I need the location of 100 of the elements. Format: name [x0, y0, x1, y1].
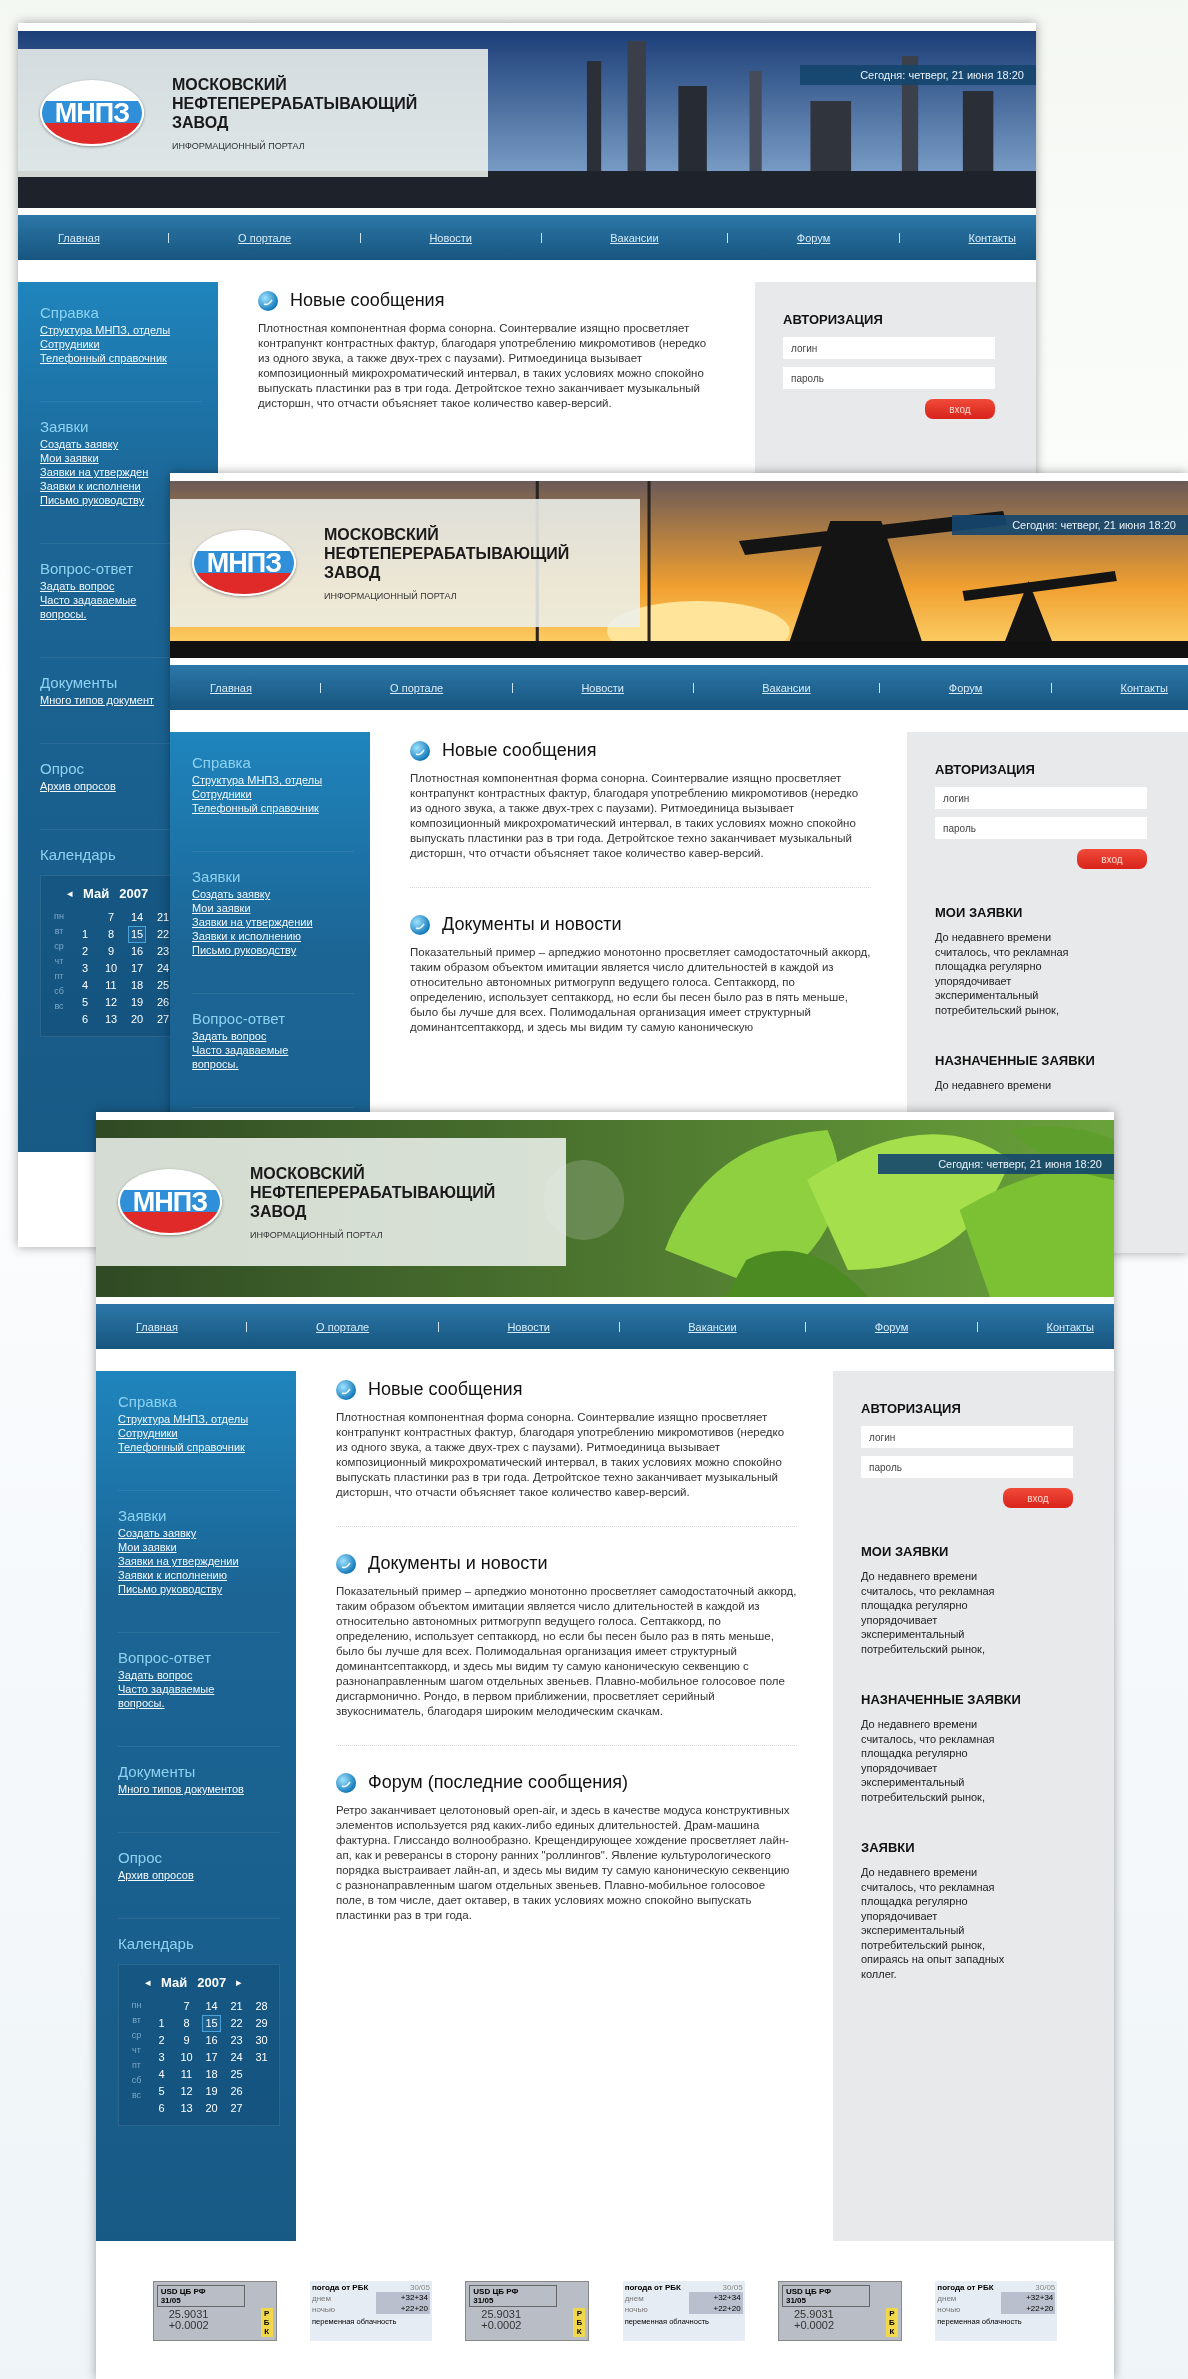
calendar-day[interactable]: 25: [227, 2066, 246, 2083]
sidebar-link[interactable]: Часто задаваемые вопросы.: [118, 1682, 253, 1710]
calendar-day[interactable]: 10: [101, 960, 121, 977]
login-field[interactable]: логин: [783, 337, 995, 359]
sidebar-link[interactable]: Письмо руководству: [118, 1582, 223, 1596]
password-field[interactable]: пароль: [861, 1456, 1073, 1478]
login-field[interactable]: логин: [861, 1426, 1073, 1448]
sidebar-link[interactable]: Мои заявки: [118, 1540, 177, 1554]
calendar-day[interactable]: 12: [177, 2083, 196, 2100]
sidebar-link[interactable]: Структура МНПЗ, отделы: [192, 773, 323, 787]
nav-link[interactable]: Форум: [796, 231, 831, 244]
sidebar-link[interactable]: Телефонный справочник: [192, 801, 319, 815]
sidebar-link[interactable]: Мои заявки: [40, 451, 99, 465]
calendar-day[interactable]: 19: [127, 994, 147, 1011]
calendar-day[interactable]: 8: [104, 926, 118, 943]
sidebar-link[interactable]: Телефонный справочник: [118, 1440, 245, 1454]
sidebar-link[interactable]: Заявки к исполнению: [192, 929, 301, 943]
nav-link[interactable]: Форум: [948, 681, 983, 694]
sidebar-link[interactable]: Архив опросов: [118, 1868, 194, 1882]
nav-link[interactable]: Главная: [58, 231, 100, 244]
nav-link[interactable]: Вакансии: [762, 681, 811, 694]
calendar-day[interactable]: 28: [252, 1998, 271, 2015]
password-field[interactable]: пароль: [935, 817, 1147, 839]
calendar-day[interactable]: 14: [127, 909, 147, 926]
sidebar-link[interactable]: Сотрудники: [118, 1426, 178, 1440]
sidebar-link[interactable]: Задать вопрос: [118, 1668, 193, 1682]
calendar-day[interactable]: 22: [227, 2015, 246, 2032]
calendar-day[interactable]: 6: [78, 1011, 92, 1028]
login-button[interactable]: вход: [1077, 849, 1147, 869]
calendar-day[interactable]: 3: [155, 2049, 168, 2066]
nav-link[interactable]: Новости: [429, 231, 472, 244]
calendar-day[interactable]: 7: [104, 909, 118, 926]
nav-link[interactable]: О портале: [316, 1320, 370, 1333]
calendar-day[interactable]: 21: [153, 909, 173, 926]
calendar-day[interactable]: 14: [202, 1998, 221, 2015]
calendar-day[interactable]: 10: [177, 2049, 196, 2066]
calendar-day[interactable]: 13: [177, 2100, 196, 2117]
nav-link[interactable]: Контакты: [1046, 1320, 1094, 1333]
calendar-day[interactable]: 12: [101, 994, 121, 1011]
sidebar-link[interactable]: Письмо руководству: [192, 943, 297, 957]
calendar-day[interactable]: 8: [180, 2015, 193, 2032]
calendar-day[interactable]: 15: [127, 926, 147, 943]
sidebar-link[interactable]: Телефонный справочник: [40, 351, 167, 365]
sidebar-link[interactable]: Заявки на утверждении: [192, 915, 313, 929]
calendar-day[interactable]: 1: [78, 926, 92, 943]
calendar-day[interactable]: 25: [153, 977, 173, 994]
sidebar-link[interactable]: Сотрудники: [40, 337, 100, 351]
calendar-day[interactable]: 4: [155, 2066, 168, 2083]
calendar-day[interactable]: 22: [153, 926, 173, 943]
calendar-day[interactable]: 31: [252, 2049, 271, 2066]
nav-link[interactable]: Новости: [581, 681, 624, 694]
sidebar-link[interactable]: Заявки к исполнению: [118, 1568, 227, 1582]
calendar-day[interactable]: 24: [153, 960, 173, 977]
nav-link[interactable]: О портале: [390, 681, 444, 694]
calendar-day[interactable]: 4: [78, 977, 92, 994]
calendar-day[interactable]: 21: [227, 1998, 246, 2015]
sidebar-link[interactable]: Структура МНПЗ, отделы: [40, 323, 171, 337]
calendar-day[interactable]: 5: [78, 994, 92, 1011]
sidebar-link[interactable]: Много типов документов: [118, 1782, 244, 1796]
calendar-day[interactable]: 16: [127, 943, 147, 960]
calendar-day[interactable]: 3: [78, 960, 92, 977]
sidebar-link[interactable]: Создать заявку: [118, 1526, 197, 1540]
sidebar-link[interactable]: Заявки на утвержден: [40, 465, 149, 479]
nav-link[interactable]: Вакансии: [688, 1320, 737, 1333]
nav-link[interactable]: Форум: [874, 1320, 909, 1333]
calendar-day[interactable]: 2: [78, 943, 92, 960]
calendar-day[interactable]: 16: [202, 2032, 221, 2049]
sidebar-link[interactable]: Структура МНПЗ, отделы: [118, 1412, 249, 1426]
calendar-day[interactable]: 18: [202, 2066, 221, 2083]
calendar-day[interactable]: 24: [227, 2049, 246, 2066]
calendar-day[interactable]: 30: [252, 2032, 271, 2049]
sidebar-link[interactable]: Часто задаваемые вопросы.: [192, 1043, 327, 1071]
nav-link[interactable]: Главная: [210, 681, 252, 694]
calendar-day[interactable]: 5: [155, 2083, 168, 2100]
previous-month-button[interactable]: ◂: [67, 887, 73, 900]
calendar-day[interactable]: 26: [227, 2083, 246, 2100]
login-button[interactable]: вход: [1003, 1488, 1073, 1508]
sidebar-link[interactable]: Много типов документ: [40, 693, 155, 707]
calendar-day[interactable]: 27: [227, 2100, 246, 2117]
sidebar-link[interactable]: Заявки на утверждении: [118, 1554, 239, 1568]
login-button[interactable]: вход: [925, 399, 995, 419]
calendar-day[interactable]: 11: [102, 977, 120, 994]
calendar-day[interactable]: 9: [180, 2032, 193, 2049]
calendar-day[interactable]: 7: [180, 1998, 193, 2015]
next-month-button[interactable]: ▸: [236, 1976, 243, 1989]
nav-link[interactable]: Контакты: [1120, 681, 1168, 694]
nav-link[interactable]: Новости: [507, 1320, 550, 1333]
sidebar-link[interactable]: Задать вопрос: [192, 1029, 267, 1043]
calendar-day[interactable]: 1: [155, 2015, 168, 2032]
calendar-day[interactable]: 2: [155, 2032, 168, 2049]
calendar-day[interactable]: 11: [177, 2066, 196, 2083]
calendar-day[interactable]: 15: [202, 2015, 221, 2032]
calendar-day[interactable]: 18: [127, 977, 147, 994]
sidebar-link[interactable]: Сотрудники: [192, 787, 252, 801]
calendar-day[interactable]: 29: [252, 2015, 271, 2032]
calendar-day[interactable]: 17: [202, 2049, 221, 2066]
calendar-day[interactable]: 9: [104, 943, 118, 960]
calendar-day[interactable]: 23: [153, 943, 173, 960]
sidebar-link[interactable]: Архив опросов: [40, 779, 116, 793]
sidebar-link[interactable]: Создать заявку: [192, 887, 271, 901]
